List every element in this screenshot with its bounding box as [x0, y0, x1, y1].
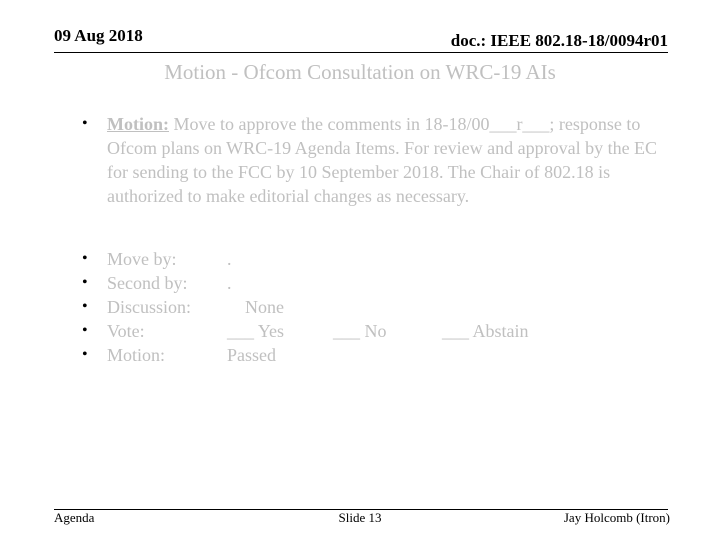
- motion-text: Move to approve the comments in 18-18/00…: [107, 114, 658, 206]
- list-item-move-by: • Move by: .: [82, 247, 682, 271]
- list-item-second-by: • Second by: .: [82, 271, 682, 295]
- slide-title: Motion - Ofcom Consultation on WRC-19 AI…: [164, 60, 556, 84]
- bullet-icon: •: [82, 298, 88, 315]
- item-label: Motion:: [107, 345, 166, 365]
- item-value: Passed: [227, 345, 276, 365]
- list-item-vote: • Vote: ___ Yes ___ No ___ Abstain: [82, 319, 682, 343]
- footer-author: Jay Holcomb (Itron): [563, 510, 670, 525]
- item-label: Vote:: [107, 321, 145, 341]
- bullet-icon: •: [82, 250, 88, 267]
- list-item-discussion: • Discussion: None: [82, 295, 682, 319]
- header-date: 09 Aug 2018: [54, 26, 143, 45]
- motion-paragraph: • Motion: Move to approve the comments i…: [82, 112, 682, 208]
- bullet-icon: •: [82, 274, 88, 291]
- vote-yes: ___ Yes: [227, 321, 285, 341]
- item-label: Second by:: [107, 273, 188, 293]
- header-divider: [54, 52, 668, 53]
- vote-abstain: ___ Abstain: [442, 321, 529, 341]
- vote-no: ___ No: [333, 321, 387, 341]
- bullet-icon: •: [82, 115, 88, 132]
- motion-block: • Motion: Move to approve the comments i…: [82, 112, 682, 208]
- list-item-motion-result: • Motion: Passed: [82, 343, 682, 367]
- item-value: None: [245, 297, 284, 317]
- header-doc-id: doc.: IEEE 802.18-18/0094r01: [450, 31, 668, 50]
- bullet-icon: •: [82, 346, 88, 363]
- item-value: .: [227, 249, 232, 269]
- motion-label: Motion:: [107, 114, 169, 134]
- bullet-icon: •: [82, 322, 88, 339]
- item-value: .: [227, 273, 232, 293]
- item-label: Move by:: [107, 249, 177, 269]
- item-label: Discussion:: [107, 297, 192, 317]
- motion-details-list: • Move by: . • Second by: . • Discussion…: [82, 247, 682, 367]
